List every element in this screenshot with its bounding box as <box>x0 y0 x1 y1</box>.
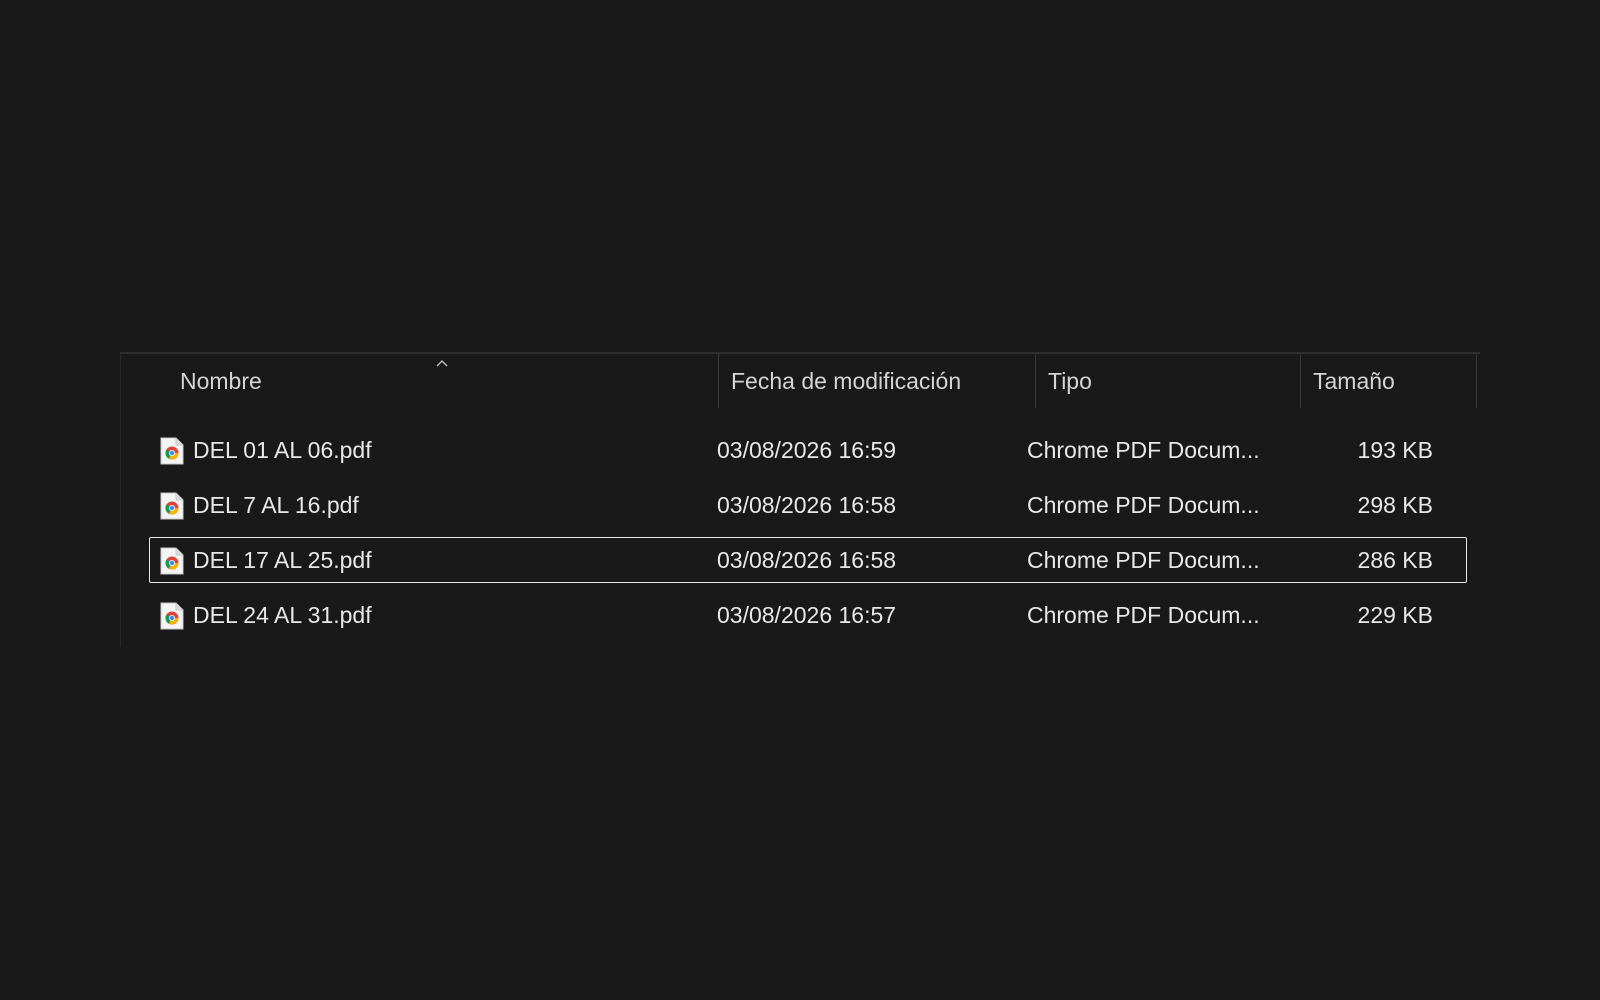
file-name: DEL 24 AL 31.pdf <box>193 602 372 628</box>
column-header-size-label: Tamaño <box>1313 368 1395 394</box>
file-row[interactable]: DEL 7 AL 16.pdf 03/08/2026 16:58 Chrome … <box>149 482 1467 528</box>
file-size: 193 KB <box>1357 437 1433 463</box>
file-list-view: Nombre Fecha de modificación Tipo Tamaño <box>120 352 1480 647</box>
file-size: 286 KB <box>1357 547 1433 573</box>
file-name: DEL 01 AL 06.pdf <box>193 437 372 463</box>
chrome-pdf-icon <box>160 547 184 575</box>
column-resize-handle-size[interactable] <box>1476 354 1477 408</box>
file-name: DEL 7 AL 16.pdf <box>193 492 359 518</box>
chrome-pdf-icon <box>160 602 184 630</box>
chrome-pdf-icon <box>160 437 184 465</box>
file-row-selected[interactable]: DEL 17 AL 25.pdf 03/08/2026 16:58 Chrome… <box>149 537 1467 583</box>
column-header-name-label: Nombre <box>180 368 262 394</box>
file-type: Chrome PDF Docum... <box>1027 437 1260 463</box>
file-type: Chrome PDF Docum... <box>1027 492 1260 518</box>
column-header-date-label: Fecha de modificación <box>731 368 962 394</box>
column-header-bar: Nombre Fecha de modificación Tipo Tamaño <box>120 354 1480 408</box>
file-date: 03/08/2026 16:57 <box>717 602 897 628</box>
file-row[interactable]: DEL 24 AL 31.pdf 03/08/2026 16:57 Chrome… <box>149 592 1467 638</box>
file-type: Chrome PDF Docum... <box>1027 547 1260 573</box>
file-date: 03/08/2026 16:58 <box>717 547 897 573</box>
file-size: 298 KB <box>1357 492 1433 518</box>
chevron-up-icon <box>436 360 448 367</box>
column-header-size[interactable]: Tamaño <box>1301 354 1476 408</box>
column-header-type[interactable]: Tipo <box>1036 354 1300 408</box>
file-name: DEL 17 AL 25.pdf <box>193 547 372 573</box>
chrome-pdf-icon <box>160 492 184 520</box>
file-row[interactable]: DEL 01 AL 06.pdf 03/08/2026 16:59 Chrome… <box>149 427 1467 473</box>
column-header-name[interactable]: Nombre <box>120 354 718 408</box>
file-date: 03/08/2026 16:59 <box>717 437 897 463</box>
file-size: 229 KB <box>1357 602 1433 628</box>
column-header-type-label: Tipo <box>1048 368 1092 394</box>
column-header-date[interactable]: Fecha de modificación <box>719 354 1035 408</box>
file-date: 03/08/2026 16:58 <box>717 492 897 518</box>
file-type: Chrome PDF Docum... <box>1027 602 1260 628</box>
